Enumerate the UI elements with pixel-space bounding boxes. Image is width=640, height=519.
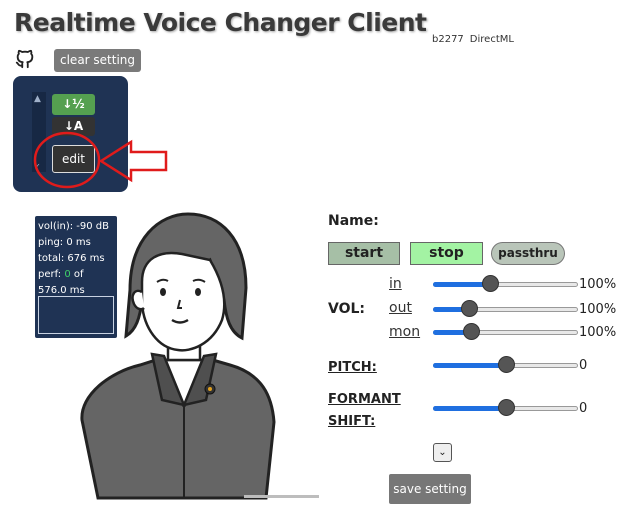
perf-readout: perf: 0 of	[38, 267, 114, 283]
total-readout: total: 676 ms	[38, 253, 105, 264]
sort-numeric-down-icon[interactable]: ↓½	[52, 94, 95, 115]
edit-button[interactable]: edit	[52, 145, 95, 173]
slider-fill	[433, 406, 506, 411]
slider-thumb[interactable]	[462, 323, 480, 340]
slider-thumb[interactable]	[497, 399, 515, 416]
pitch-label: PITCH:	[328, 360, 377, 375]
ping-readout: ping: 0 ms	[38, 237, 91, 248]
app-title: Realtime Voice Changer Client	[14, 8, 427, 37]
start-button[interactable]: start	[328, 242, 400, 265]
formant-label-line2: SHIFT:	[328, 414, 376, 429]
slider-thumb[interactable]	[461, 300, 479, 317]
slider-fill	[433, 363, 506, 368]
sort-alpha-down-icon[interactable]: ↓A	[52, 117, 95, 136]
slider-thumb[interactable]	[481, 275, 499, 292]
model-scrollbar[interactable]	[32, 92, 46, 172]
slider-thumb[interactable]	[497, 356, 515, 373]
formant-shift-slider[interactable]	[433, 399, 578, 416]
pitch-value: 0	[579, 358, 588, 373]
formant-label-line1: FORMANT	[328, 392, 401, 407]
vol-label: VOL:	[328, 301, 366, 317]
out-volume-value: 100%	[579, 302, 617, 317]
clear-setting-button[interactable]: clear setting	[54, 49, 142, 72]
build-version: b2277	[432, 34, 464, 45]
passthru-button[interactable]: passthru	[491, 242, 565, 265]
scroll-down-icon[interactable]: ✓	[34, 162, 41, 171]
scroll-up-icon[interactable]: ▲	[34, 94, 41, 104]
mon-volume-value: 100%	[579, 325, 617, 340]
stop-button[interactable]: stop	[410, 242, 483, 265]
out-volume-slider[interactable]	[433, 300, 578, 317]
mon-label: mon	[389, 324, 421, 340]
perf-prefix: perf:	[38, 269, 65, 280]
in-volume-value: 100%	[579, 277, 617, 292]
in-volume-slider[interactable]	[433, 275, 578, 292]
backend-name: DirectML	[469, 34, 514, 45]
perf-suffix: of	[70, 269, 84, 280]
formant-shift-value: 0	[579, 401, 588, 416]
chevron-down-icon: ⌄	[438, 447, 447, 458]
pitch-slider[interactable]	[433, 356, 578, 373]
name-label: Name:	[328, 213, 379, 229]
horizontal-scrollbar[interactable]	[244, 495, 319, 498]
save-setting-button[interactable]: save setting	[389, 474, 471, 504]
in-label: in	[389, 276, 402, 292]
version-info: b2277 DirectML	[432, 34, 514, 45]
github-icon[interactable]	[14, 48, 36, 70]
expand-advanced-button[interactable]: ⌄	[433, 443, 452, 462]
vol-in-readout: vol(in): -90 dB	[38, 221, 110, 232]
out-label: out	[389, 300, 412, 316]
monitor-graph	[38, 296, 114, 334]
mon-volume-slider[interactable]	[433, 323, 578, 340]
